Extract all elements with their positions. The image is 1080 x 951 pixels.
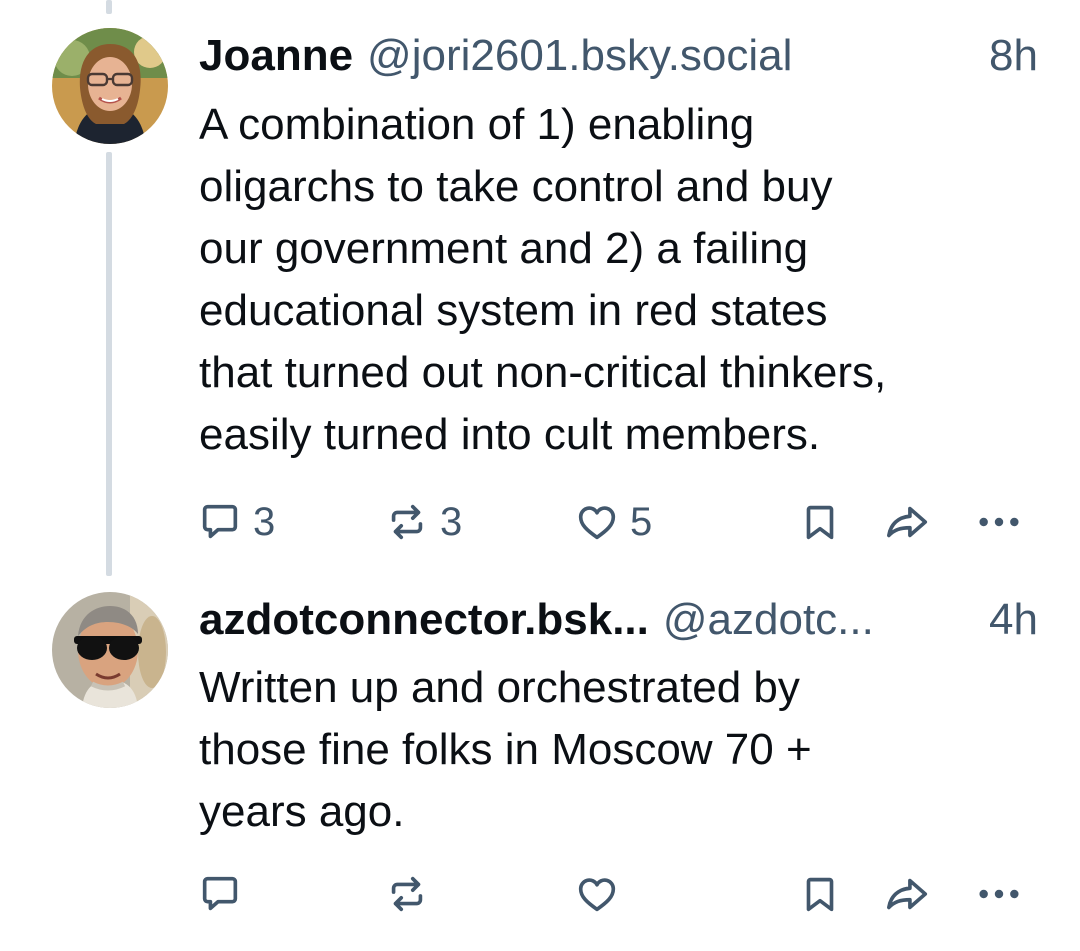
reply-button[interactable] — [197, 864, 253, 924]
share-icon — [887, 506, 928, 538]
repost-button[interactable]: 3 — [384, 492, 462, 552]
post-timestamp[interactable]: 4h — [989, 594, 1038, 646]
bookmark-icon — [806, 877, 834, 912]
post-text-line: those fine folks in Moscow 70 + — [199, 725, 812, 774]
repost-button[interactable] — [384, 864, 440, 924]
like-icon — [578, 506, 616, 540]
more-options-button[interactable] — [974, 864, 1024, 924]
post-text-line: educational system in red states — [199, 286, 828, 335]
woman-with-glasses-avatar-icon — [52, 28, 168, 144]
man-with-sunglasses-avatar-icon — [52, 592, 168, 708]
reply-count: 3 — [253, 499, 276, 544]
post-text-line: easily turned into cult members. — [199, 410, 821, 459]
more-icon — [979, 889, 1019, 899]
author-name[interactable]: azdotconnector.bsk... — [199, 594, 649, 646]
like-button[interactable] — [574, 864, 630, 924]
like-button[interactable]: 5 — [574, 492, 652, 552]
post-text-line: oligarchs to take control and buy — [199, 162, 833, 211]
author-name[interactable]: Joanne — [199, 30, 353, 82]
author-handle[interactable]: @azdotc... — [663, 594, 979, 646]
post-actions: 3 3 5 — [0, 492, 1080, 552]
bookmark-icon — [806, 505, 834, 540]
post-text-line: that turned out non-critical thinkers, — [199, 348, 887, 397]
post-header: azdotconnector.bsk... @azdotc... 4h — [199, 594, 1038, 646]
share-button[interactable] — [883, 864, 933, 924]
more-icon — [979, 517, 1019, 527]
post-actions — [0, 864, 1080, 924]
repost-count: 3 — [440, 499, 463, 544]
post-text: Written up and orchestrated by those fin… — [199, 657, 1049, 843]
post-text-line: Written up and orchestrated by — [199, 663, 800, 712]
bookmark-button[interactable] — [797, 492, 843, 552]
post-text-line: our government and 2) a failing — [199, 224, 809, 273]
like-icon — [578, 878, 616, 912]
thread-line-top — [106, 0, 112, 14]
post-text: A combination of 1) enabling oligarchs t… — [199, 94, 1049, 466]
repost-icon — [391, 876, 423, 912]
bookmark-button[interactable] — [797, 864, 843, 924]
like-count: 5 — [630, 499, 653, 544]
reply-icon — [202, 876, 238, 911]
author-handle[interactable]: @jori2601.bsky.social — [367, 30, 979, 82]
share-button[interactable] — [883, 492, 933, 552]
post-timestamp[interactable]: 8h — [989, 30, 1038, 82]
post-text-line: A combination of 1) enabling — [199, 100, 755, 149]
post-text-line: years ago. — [199, 787, 405, 836]
repost-icon — [391, 504, 423, 540]
avatar[interactable] — [52, 592, 168, 708]
more-options-button[interactable] — [974, 492, 1024, 552]
avatar[interactable] — [52, 28, 168, 144]
reply-icon — [202, 504, 238, 539]
post-header: Joanne @jori2601.bsky.social 8h — [199, 30, 1038, 82]
share-icon — [887, 878, 928, 910]
reply-button[interactable]: 3 — [197, 492, 275, 552]
